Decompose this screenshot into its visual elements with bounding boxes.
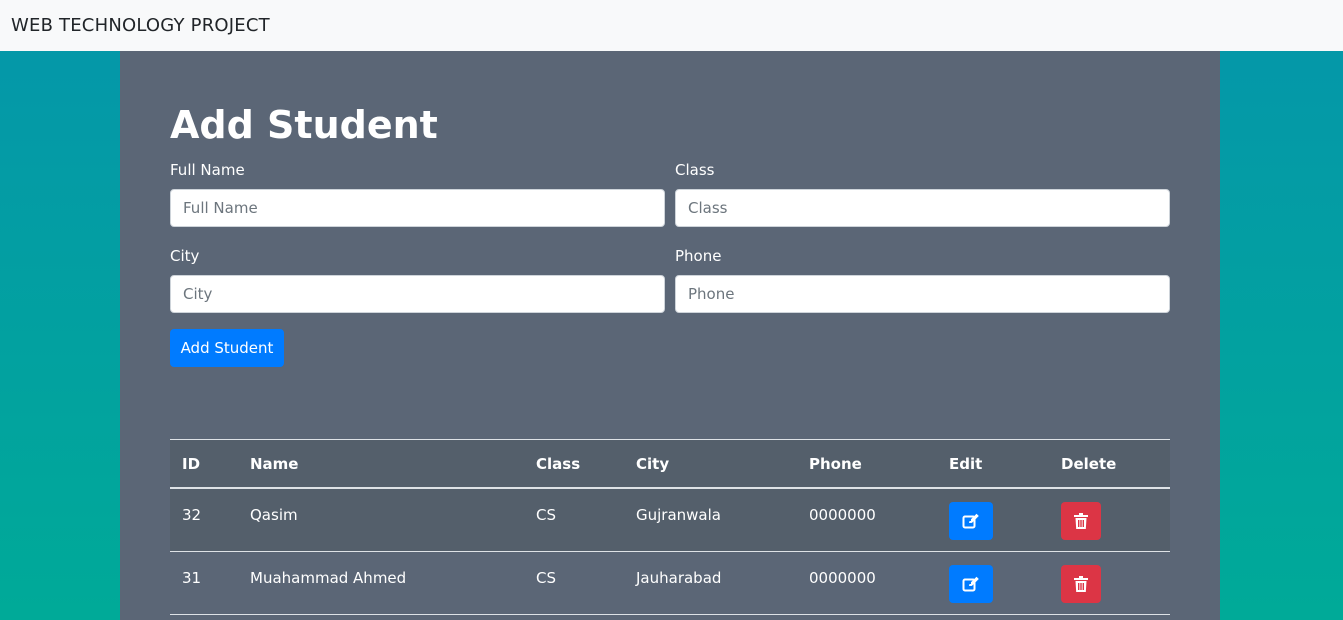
header-class: Class (536, 454, 581, 473)
edit-button[interactable] (949, 502, 993, 540)
edit-button[interactable] (949, 565, 993, 603)
navbar-brand[interactable]: WEB TECHNOLOGY PROJECT (11, 15, 270, 36)
page-title: Add Student (170, 103, 438, 147)
row-class: CS (536, 506, 556, 524)
row-phone: 0000000 (809, 569, 876, 587)
header-delete: Delete (1061, 454, 1117, 473)
row-id: 32 (182, 506, 202, 524)
table-row: 31 Muahammad Ahmed CS Jauharabad 0000000 (170, 552, 1170, 615)
table-row: 32 Qasim CS Gujranwala 0000000 (170, 489, 1170, 552)
row-city: Gujranwala (636, 506, 721, 524)
city-input[interactable] (170, 275, 665, 313)
phone-input[interactable] (675, 275, 1170, 313)
trash-icon (1074, 513, 1088, 529)
row-name: Qasim (250, 506, 298, 524)
row-id: 31 (182, 569, 202, 587)
row-class: CS (536, 569, 556, 587)
city-label: City (170, 247, 200, 265)
header-name: Name (250, 454, 299, 473)
class-input[interactable] (675, 189, 1170, 227)
students-table: ID Name Class City Phone Edit Delete 32 … (170, 439, 1170, 615)
add-student-button[interactable]: Add Student (170, 329, 284, 367)
delete-button[interactable] (1061, 565, 1101, 603)
edit-icon (962, 513, 979, 529)
trash-icon (1074, 576, 1088, 592)
full-name-label: Full Name (170, 161, 245, 179)
row-name: Muahammad Ahmed (250, 569, 407, 587)
table-header: ID Name Class City Phone Edit Delete (170, 439, 1170, 489)
row-phone: 0000000 (809, 506, 876, 524)
phone-label: Phone (675, 247, 722, 265)
main-panel: Add Student Full Name Class City Phone A… (120, 51, 1220, 620)
header-id: ID (182, 454, 201, 473)
class-label: Class (675, 161, 715, 179)
row-city: Jauharabad (636, 569, 722, 587)
navbar: WEB TECHNOLOGY PROJECT (0, 0, 1343, 51)
header-city: City (636, 454, 670, 473)
delete-button[interactable] (1061, 502, 1101, 540)
header-edit: Edit (949, 454, 983, 473)
full-name-input[interactable] (170, 189, 665, 227)
edit-icon (962, 576, 979, 592)
header-phone: Phone (809, 454, 862, 473)
